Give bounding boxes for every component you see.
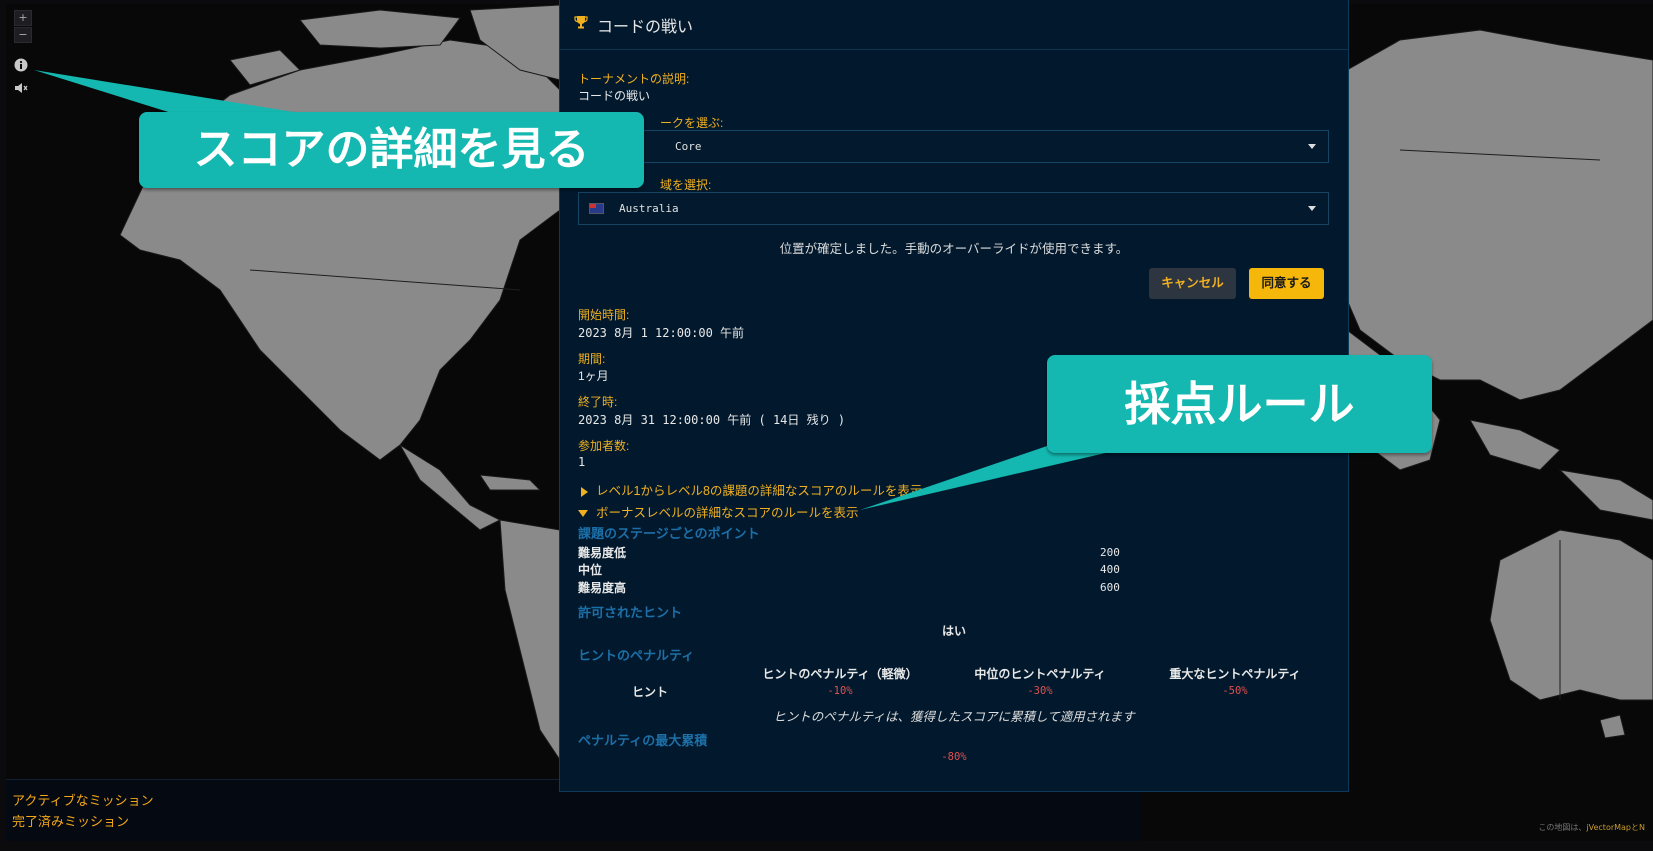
score-details-callout: スコアの詳細を見る	[139, 112, 644, 188]
callout-pointer-rules	[860, 445, 1140, 510]
scoring-rules-callout: 採点ルール	[1047, 355, 1432, 453]
